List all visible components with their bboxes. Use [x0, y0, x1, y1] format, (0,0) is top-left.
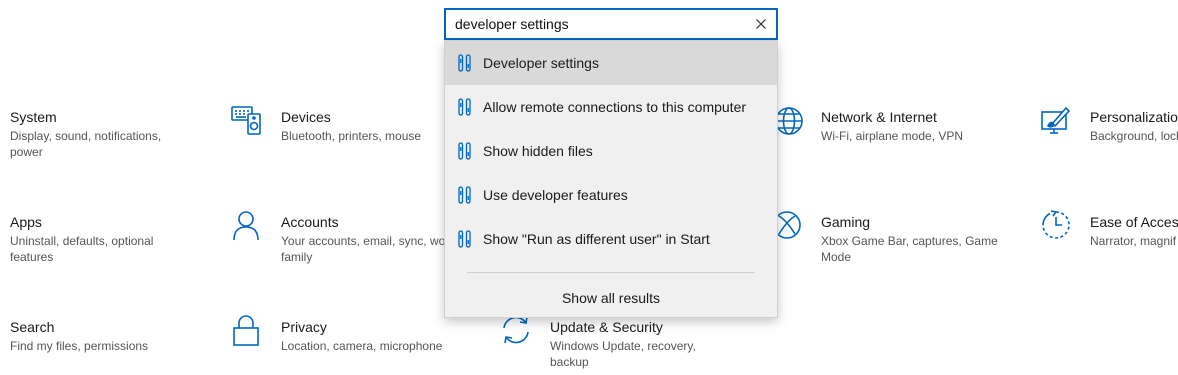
developer-settings-icon — [457, 186, 473, 204]
tile-title: Ease of Access — [1090, 214, 1178, 230]
tile-description: Location, camera, microphone — [281, 339, 443, 353]
tile-title: Privacy — [281, 319, 327, 335]
tile-title: Accounts — [281, 214, 339, 230]
devices-icon — [231, 104, 263, 136]
tile-title: Apps — [10, 214, 42, 230]
paintbrush-monitor-icon — [1040, 104, 1072, 136]
tile-description: Bluetooth, printers, mouse — [281, 129, 422, 143]
tile-title: Personalization — [1090, 109, 1178, 125]
search-suggestions-dropdown: Developer settings Allow remote connecti… — [444, 40, 778, 318]
tile-description: Xbox Game Bar, captures, Game Mode — [821, 234, 998, 264]
suggestion-label: Use developer features — [483, 187, 628, 203]
tile-description: Background, lock — [1090, 129, 1178, 143]
suggestion-item[interactable]: Show "Run as different user" in Start — [445, 217, 777, 261]
tile-description: Find my files, permissions — [10, 339, 149, 353]
lock-icon — [231, 314, 263, 346]
tile-title: Devices — [281, 109, 331, 125]
tile-title: System — [10, 109, 57, 125]
tile-description: Wi-Fi, airplane mode, VPN — [821, 129, 964, 143]
suggestion-label: Allow remote connections to this compute… — [483, 99, 747, 115]
tile-title: Network & Internet — [821, 109, 937, 125]
suggestion-item[interactable]: Allow remote connections to this compute… — [445, 85, 777, 129]
suggestion-label: Show "Run as different user" in Start — [483, 231, 710, 247]
developer-settings-icon — [457, 230, 473, 248]
tile-description: Display, sound, notifications, power — [10, 129, 162, 159]
developer-settings-icon — [457, 98, 473, 116]
suggestion-item[interactable]: Developer settings — [445, 41, 777, 85]
developer-settings-icon — [457, 142, 473, 160]
tile-title: Update & Security — [550, 319, 663, 335]
tile-title: Gaming — [821, 214, 871, 230]
tile-description: Narrator, magnif contrast — [1090, 234, 1178, 248]
person-icon — [231, 209, 263, 241]
suggestion-label: Show hidden files — [483, 143, 593, 159]
suggestion-label: Developer settings — [483, 55, 599, 71]
tile-description: Uninstall, defaults, optional features — [10, 234, 154, 264]
tile-title: Search — [10, 319, 55, 335]
developer-settings-icon — [457, 54, 473, 72]
settings-search-box — [444, 8, 778, 40]
clear-search-button[interactable] — [750, 13, 772, 35]
tile-description: Windows Update, recovery, backup — [550, 339, 696, 369]
dropdown-divider — [467, 272, 755, 273]
ease-of-access-icon — [1040, 209, 1072, 241]
settings-home: System Display, sound, notifications, po… — [0, 0, 1178, 375]
close-icon — [756, 19, 766, 29]
tile-description: Your accounts, email, sync, work, family — [281, 234, 459, 264]
suggestion-item[interactable]: Show hidden files — [445, 129, 777, 173]
sync-icon — [500, 314, 532, 346]
suggestion-item[interactable]: Use developer features — [445, 173, 777, 217]
show-all-results-link[interactable]: Show all results — [445, 281, 777, 315]
search-input[interactable] — [446, 10, 745, 38]
